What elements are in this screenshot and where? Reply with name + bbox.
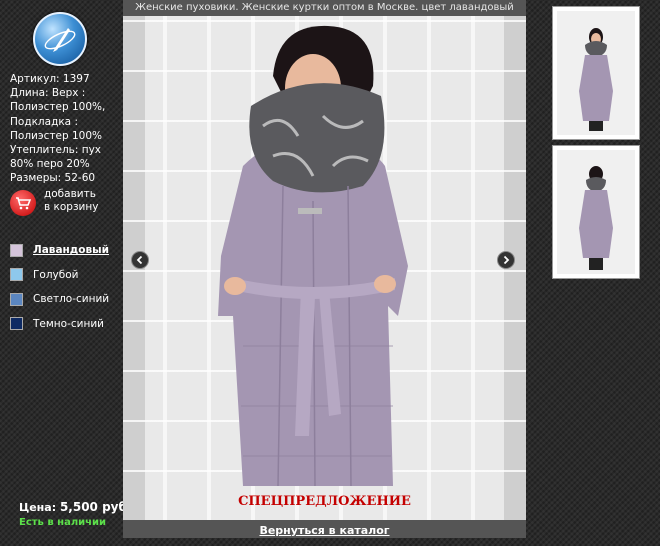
product-image-figure [218,25,408,487]
color-option-light-blue[interactable]: Голубой [10,267,109,283]
thumbnail-front-image [579,28,613,131]
color-swatch [10,268,23,281]
site-logo[interactable] [33,12,87,66]
color-option-lavender[interactable]: Лавандовый [10,242,109,258]
color-swatch [10,317,23,330]
product-specs: Артикул: 1397 Длина: Верх : Полиэстер 10… [10,72,122,186]
price: Цена: 5,500 руб. [19,500,131,514]
prev-image-button[interactable] [131,251,149,269]
shopping-cart-icon [10,190,36,216]
spec-line: Полиэстер 100%, [10,101,106,114]
next-image-button[interactable] [497,251,515,269]
thumbnail-back-image [579,166,613,270]
price-label: Цена: [19,501,57,514]
color-label: Голубой [33,268,79,281]
page-title: Женские пуховики. Женские куртки оптом в… [123,0,526,16]
back-bar: Вернуться в каталог [123,520,526,538]
back-to-catalog-link[interactable]: Вернуться в каталог [259,524,389,537]
add-to-cart-button[interactable]: добавить в корзину [10,188,98,216]
spec-line: Подкладка : [10,115,78,128]
spec-line: Размеры: 52-60 [10,172,96,185]
color-swatch [10,292,23,306]
product-photo[interactable] [123,16,526,520]
thumbnail-back[interactable] [552,145,640,279]
color-swatch [10,243,23,257]
color-option-dark-blue[interactable]: Темно-синий [10,316,109,332]
thumbnail-front[interactable] [552,6,640,140]
cart-label-line2: в корзину [44,201,99,213]
color-label: Лавандовый [33,244,109,256]
color-list: Лавандовый Голубой Светло-синий Темно-си… [10,242,109,340]
color-option-medium-blue[interactable]: Светло-синий [10,291,109,307]
arrow-left-icon [136,255,143,265]
spec-line: Утеплитель: пух [10,144,102,157]
spec-line: Длина: Верх : [10,87,86,100]
pen-globe-logo-icon [44,28,76,52]
color-label: Светло-синий [33,293,110,305]
arrow-right-icon [503,255,510,265]
color-label: Темно-синий [33,317,104,330]
price-value: 5,500 руб. [59,500,132,514]
spec-line: Полиэстер 100% [10,129,102,142]
special-offer-label: СПЕЦПРЕДЛОЖЕНИЕ [238,494,411,509]
stock-status: Есть в наличии [19,517,107,528]
cart-label-line1: добавить [44,188,96,200]
spec-line: 80% перо 20% [10,158,90,171]
spec-line: Артикул: 1397 [10,73,90,85]
